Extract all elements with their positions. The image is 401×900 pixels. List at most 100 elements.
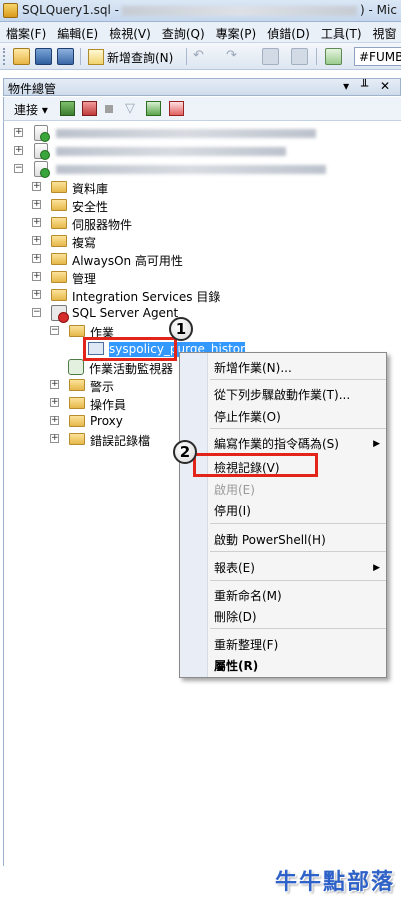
menu-query[interactable]: 查詢(Q) xyxy=(156,22,210,42)
menu-start-powershell[interactable]: 啟動 PowerShell(H) xyxy=(214,531,326,548)
tree-databases[interactable]: + 資料庫 xyxy=(32,179,332,197)
object-explorer-toolbar: 連接 ▾ ▽ xyxy=(3,97,401,121)
expand-icon[interactable]: + xyxy=(32,200,41,209)
new-query-button[interactable]: 新增查詢(N) xyxy=(88,49,173,66)
navigate-back-icon[interactable] xyxy=(262,48,279,65)
menu-enable[interactable]: 啟用(E) xyxy=(214,481,255,498)
tree-label: AlwaysOn 高可用性 xyxy=(72,254,183,268)
tree-server-objects[interactable]: + 伺服器物件 xyxy=(32,215,332,233)
expand-icon[interactable]: + xyxy=(50,416,59,425)
server-icon xyxy=(34,161,50,178)
menu-debug[interactable]: 偵錯(D) xyxy=(261,22,315,42)
tree-security[interactable]: + 安全性 xyxy=(32,197,332,215)
menu-disable[interactable]: 停用(I) xyxy=(214,502,251,519)
tree-label: 安全性 xyxy=(72,200,109,214)
tree-label: 複寫 xyxy=(72,236,97,250)
menu-properties[interactable]: 屬性(R) xyxy=(214,657,258,674)
window-title: SQLQuery1.sql -) - Mic xyxy=(22,3,397,17)
open-file-icon[interactable] xyxy=(13,48,30,65)
tree-proxy[interactable]: + Proxy xyxy=(50,413,180,431)
menu-edit[interactable]: 編輯(E) xyxy=(51,22,103,42)
context-menu: 新增作業(N)... 從下列步驟啟動作業(T)... 停止作業(O) 編寫作業的… xyxy=(179,352,387,678)
chart-icon[interactable] xyxy=(325,48,342,65)
menu-project[interactable]: 專案(P) xyxy=(210,22,262,42)
filter-icon[interactable]: ▽ xyxy=(125,101,140,116)
new-query-label: 新增查詢(N) xyxy=(107,51,174,65)
folder-icon xyxy=(51,289,67,301)
undo-icon[interactable]: ↶ xyxy=(193,48,210,65)
tree-management[interactable]: + 管理 xyxy=(32,269,332,287)
expand-icon[interactable]: + xyxy=(32,218,41,227)
object-explorer-header: 物件總管 ▾ ╨ ✕ xyxy=(3,78,401,96)
folder-icon xyxy=(51,181,67,193)
folder-icon xyxy=(51,199,67,211)
expand-icon[interactable]: + xyxy=(14,146,23,155)
tree-server-1[interactable]: + xyxy=(14,125,394,143)
save-all-icon[interactable] xyxy=(57,48,74,65)
blurred-server-name xyxy=(56,147,286,156)
blog-watermark: 牛牛點部落 xyxy=(274,870,395,895)
collapse-icon[interactable]: − xyxy=(32,308,41,317)
refresh-icon[interactable] xyxy=(146,101,161,116)
collapse-icon[interactable]: − xyxy=(50,326,59,335)
disconnect-icon[interactable] xyxy=(82,101,97,116)
expand-icon[interactable]: + xyxy=(14,128,23,137)
expand-icon[interactable]: + xyxy=(32,290,41,299)
tree-replication[interactable]: + 複寫 xyxy=(32,233,332,251)
menu-separator xyxy=(210,523,386,524)
standard-toolbar: 新增查詢(N) ↶ ↷ #FUMBT xyxy=(0,43,401,70)
menu-script-job-as[interactable]: 編寫作業的指令碼為(S) xyxy=(214,435,339,452)
tree-alerts[interactable]: + 警示 xyxy=(50,377,180,395)
menu-rename[interactable]: 重新命名(M) xyxy=(214,587,282,604)
menu-view[interactable]: 檢視(V) xyxy=(103,22,156,42)
folder-icon xyxy=(69,379,85,391)
folder-icon xyxy=(51,253,67,265)
stop-icon[interactable] xyxy=(105,105,113,113)
expand-icon[interactable]: + xyxy=(50,398,59,407)
server-icon xyxy=(34,125,50,142)
activity-monitor-icon[interactable] xyxy=(169,101,184,116)
collapse-icon[interactable]: − xyxy=(14,164,23,173)
database-combo[interactable]: #FUMBT xyxy=(354,47,401,66)
menu-start-job-at-step[interactable]: 從下列步驟啟動作業(T)... xyxy=(214,386,350,403)
tree-label: 作業活動監視器 xyxy=(89,362,174,376)
tree-operators[interactable]: + 操作員 xyxy=(50,395,180,413)
expand-icon[interactable]: + xyxy=(32,236,41,245)
menu-file[interactable]: 檔案(F) xyxy=(0,22,51,42)
menu-window[interactable]: 視窗 xyxy=(367,22,401,42)
menu-new-job[interactable]: 新增作業(N)... xyxy=(214,359,292,376)
highlight-box-view-history xyxy=(193,453,318,477)
menu-delete[interactable]: 刪除(D) xyxy=(214,608,257,625)
menu-separator xyxy=(210,428,386,429)
navigate-forward-icon[interactable] xyxy=(291,48,308,65)
menu-separator xyxy=(210,628,386,629)
tree-server-3[interactable]: − xyxy=(14,161,394,179)
menu-separator xyxy=(210,379,386,380)
title-bar: SQLQuery1.sql -) - Mic xyxy=(0,0,401,22)
expand-icon[interactable]: + xyxy=(32,272,41,281)
blurred-title-text xyxy=(122,5,358,16)
folder-icon xyxy=(69,415,85,427)
tree-label: SQL Server Agent xyxy=(72,306,179,320)
redo-icon[interactable]: ↷ xyxy=(226,48,243,65)
panel-window-buttons[interactable]: ▾ ╨ ✕ xyxy=(343,79,394,93)
menu-tools[interactable]: 工具(T) xyxy=(315,22,367,42)
toolbar-separator xyxy=(80,48,81,65)
connect-dropdown[interactable]: 連接 ▾ xyxy=(14,101,48,118)
menu-refresh[interactable]: 重新整理(F) xyxy=(214,636,278,653)
sql-agent-icon xyxy=(51,305,69,323)
expand-icon[interactable]: + xyxy=(50,380,59,389)
expand-icon[interactable]: + xyxy=(32,254,41,263)
tree-integration-services[interactable]: + Integration Services 目錄 xyxy=(32,287,352,305)
save-icon[interactable] xyxy=(35,48,52,65)
expand-icon[interactable]: + xyxy=(50,434,59,443)
menu-reports[interactable]: 報表(E) xyxy=(214,559,255,576)
tree-alwayson[interactable]: + AlwaysOn 高可用性 xyxy=(32,251,332,269)
connect-server-icon[interactable] xyxy=(60,101,75,116)
menu-stop-job[interactable]: 停止作業(O) xyxy=(214,408,281,425)
expand-icon[interactable]: + xyxy=(32,182,41,191)
tree-error-logs[interactable]: + 錯誤記錄檔 xyxy=(50,431,180,449)
toolbar-grip[interactable] xyxy=(3,48,6,65)
tree-server-2[interactable]: + xyxy=(14,143,394,161)
tree-label: 操作員 xyxy=(90,398,127,412)
